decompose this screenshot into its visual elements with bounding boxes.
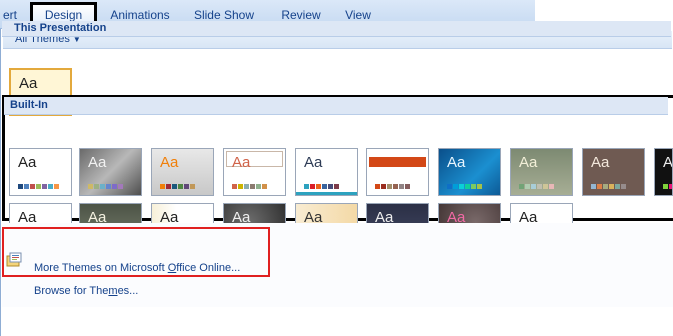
- theme-sample-text: Aa: [19, 75, 38, 92]
- color-swatch: [465, 184, 470, 189]
- builtin-theme-thumb-5[interactable]: Aa: [366, 148, 429, 196]
- browse-for-themes-link[interactable]: Browse for Themes...: [34, 285, 138, 297]
- color-swatch: [190, 184, 195, 189]
- theme-sample-text: Aa: [663, 154, 673, 171]
- color-swatch: [256, 184, 261, 189]
- theme-sample-text: Aa: [160, 154, 179, 171]
- color-swatch: [232, 184, 237, 189]
- color-swatch: [94, 184, 99, 189]
- color-swatch: [106, 184, 111, 189]
- color-swatch: [609, 184, 614, 189]
- menu-highlight-box: [2, 227, 270, 277]
- color-swatch: [262, 184, 267, 189]
- color-swatch: [405, 184, 410, 189]
- theme-color-swatches: [160, 184, 195, 189]
- color-swatch: [603, 184, 608, 189]
- color-swatch: [597, 184, 602, 189]
- color-swatch: [393, 184, 398, 189]
- builtin-theme-thumb-1[interactable]: Aa: [79, 148, 142, 196]
- theme-sample-text: Aa: [591, 154, 610, 171]
- builtin-theme-thumb-0[interactable]: Aa: [9, 148, 72, 196]
- color-swatch: [531, 184, 536, 189]
- color-swatch: [24, 184, 29, 189]
- color-swatch: [244, 184, 249, 189]
- section-this-presentation: This Presentation: [2, 21, 671, 37]
- color-swatch: [519, 184, 524, 189]
- color-swatch: [48, 184, 53, 189]
- builtin-theme-thumb-2[interactable]: Aa: [151, 148, 214, 196]
- color-swatch: [30, 184, 35, 189]
- color-swatch: [387, 184, 392, 189]
- color-swatch: [304, 184, 309, 189]
- theme-color-swatches: [447, 184, 482, 189]
- color-swatch: [477, 184, 482, 189]
- color-swatch: [615, 184, 620, 189]
- theme-color-swatches: [591, 184, 626, 189]
- color-swatch: [166, 184, 171, 189]
- color-swatch: [459, 184, 464, 189]
- theme-sample-text: Aa: [304, 154, 323, 171]
- builtin-theme-thumb-9[interactable]: Aa: [654, 148, 673, 196]
- color-swatch: [334, 184, 339, 189]
- section-built-in: Built-In: [4, 97, 668, 115]
- color-swatch: [178, 184, 183, 189]
- color-swatch: [316, 184, 321, 189]
- color-swatch: [118, 184, 123, 189]
- color-swatch: [322, 184, 327, 189]
- theme-sample-text: Aa: [232, 154, 251, 171]
- theme-color-swatches: [375, 184, 410, 189]
- theme-color-swatches: [663, 184, 672, 189]
- color-swatch: [328, 184, 333, 189]
- color-swatch: [543, 184, 548, 189]
- color-swatch: [172, 184, 177, 189]
- color-swatch: [447, 184, 452, 189]
- color-swatch: [525, 184, 530, 189]
- color-swatch: [184, 184, 189, 189]
- color-swatch: [537, 184, 542, 189]
- color-swatch: [88, 184, 93, 189]
- color-swatch: [250, 184, 255, 189]
- color-swatch: [54, 184, 59, 189]
- theme-sample-text: Aa: [18, 154, 37, 171]
- color-swatch: [549, 184, 554, 189]
- builtin-theme-thumb-3[interactable]: Aa: [223, 148, 286, 196]
- theme-sample-text: Aa: [519, 154, 538, 171]
- color-swatch: [160, 184, 165, 189]
- theme-decoration: [296, 192, 357, 195]
- color-swatch: [453, 184, 458, 189]
- theme-color-swatches: [88, 184, 123, 189]
- builtin-theme-thumb-6[interactable]: Aa: [438, 148, 501, 196]
- color-swatch: [100, 184, 105, 189]
- theme-color-swatches: [18, 184, 59, 189]
- color-swatch: [381, 184, 386, 189]
- color-swatch: [621, 184, 626, 189]
- color-swatch: [471, 184, 476, 189]
- color-swatch: [591, 184, 596, 189]
- theme-sample-text: Aa: [447, 154, 466, 171]
- builtin-theme-thumb-4[interactable]: Aa: [295, 148, 358, 196]
- theme-sample-text: Aa: [375, 154, 394, 171]
- theme-sample-text: Aa: [88, 154, 107, 171]
- color-swatch: [18, 184, 23, 189]
- color-swatch: [669, 184, 672, 189]
- color-swatch: [42, 184, 47, 189]
- theme-color-swatches: [519, 184, 554, 189]
- color-swatch: [112, 184, 117, 189]
- color-swatch: [399, 184, 404, 189]
- color-swatch: [375, 184, 380, 189]
- color-swatch: [238, 184, 243, 189]
- builtin-theme-thumb-8[interactable]: Aa: [582, 148, 645, 196]
- builtin-theme-thumb-7[interactable]: Aa: [510, 148, 573, 196]
- color-swatch: [36, 184, 41, 189]
- theme-color-swatches: [232, 184, 267, 189]
- color-swatch: [663, 184, 668, 189]
- color-swatch: [310, 184, 315, 189]
- theme-color-swatches: [304, 184, 339, 189]
